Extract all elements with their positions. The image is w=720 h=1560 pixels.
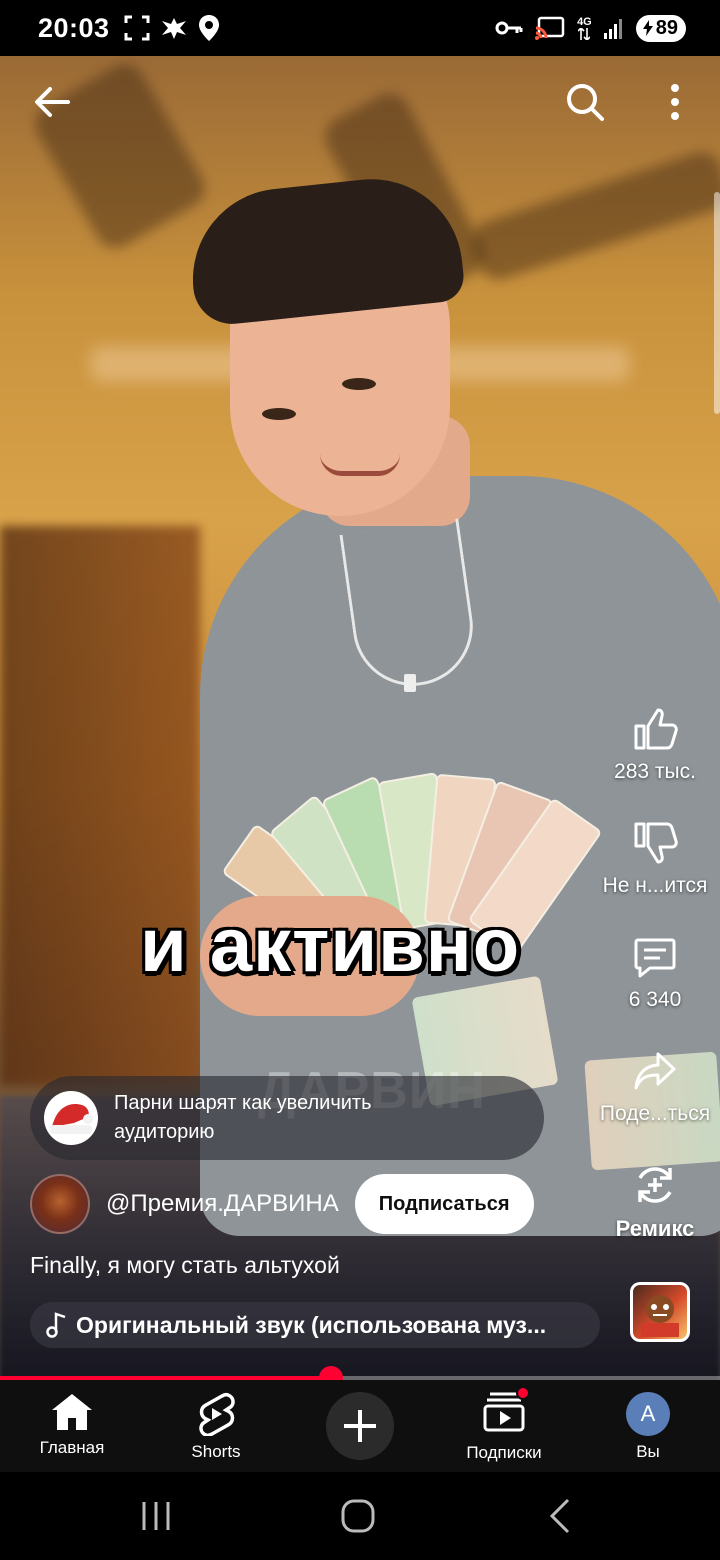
network-label: 4G [577,15,592,28]
status-bar: 20:03 4G 89 [0,0,720,56]
santa-hat-icon [50,1103,93,1134]
shorts-icon [199,1392,235,1436]
video-description[interactable]: Finally, я могу стать альтухой [30,1252,340,1279]
channel-avatar[interactable] [30,1174,90,1234]
search-button[interactable] [563,80,607,124]
battery-icon: 89 [635,14,686,42]
person-smile [320,454,400,476]
system-navigation [0,1472,720,1560]
data-arrows-icon [578,27,591,40]
home-circle-icon [341,1499,375,1533]
create-button[interactable] [326,1392,394,1460]
video-caption: и активно [140,903,521,988]
location-pin-icon [198,15,219,41]
nav-shorts[interactable]: Shorts [144,1392,288,1462]
like-button[interactable]: 283 тыс. [590,706,720,784]
sound-label: Оригинальный звук (использована муз... [76,1311,547,1338]
remix-label: Ремикс [615,1216,695,1241]
recent-apps-icon [142,1502,170,1530]
music-note-icon [46,1312,66,1338]
vpn-key-icon [495,21,523,35]
thumb-up-icon [634,708,678,750]
channel-row: @Премия.ДАРВИНА Подписаться [30,1174,590,1234]
scroll-indicator[interactable] [714,192,720,414]
person-eye [262,408,296,420]
screenshot-frame-icon [124,15,150,41]
recent-apps-button[interactable] [136,1496,176,1536]
nav-home-label: Главная [39,1438,105,1457]
back-arrow-icon [35,87,70,117]
share-label: Поде...ться [599,1102,711,1125]
nav-you-label: Вы [636,1442,660,1461]
more-options-button[interactable] [660,80,690,124]
charging-bolt-icon [642,20,653,36]
avatar: A [626,1392,670,1436]
bottom-navigation: Главная Shorts Подписки A Вы [0,1380,720,1472]
battery-level: 89 [655,16,678,39]
suggestion-text: Парни шарят как увеличить аудиторию [114,1092,372,1143]
nav-subscriptions[interactable]: Подписки [432,1386,576,1463]
nav-shorts-label: Shorts [191,1442,241,1461]
remix-icon [638,1167,672,1203]
related-suggestion[interactable]: Парни шарят как увеличить аудиторию [30,1076,544,1160]
share-icon [634,1052,676,1090]
cast-icon [535,16,565,40]
channel-name[interactable]: @Премия.ДАРВИНА [106,1190,339,1218]
person-eye [342,378,376,390]
search-icon [567,84,604,121]
back-button[interactable] [30,80,74,124]
back-system-button[interactable] [540,1496,580,1536]
notification-dot [516,1386,530,1400]
ceiling-beam [467,147,720,285]
sound-thumbnail[interactable] [630,1282,690,1342]
nav-you[interactable]: A Вы [576,1392,720,1462]
home-icon [52,1394,92,1430]
top-controls [0,56,720,148]
comment-count: 6 340 [628,988,682,1011]
like-count: 283 тыс. [614,760,696,783]
status-time: 20:03 [38,12,110,43]
nav-subscriptions-label: Подписки [466,1443,542,1462]
suggestion-avatar [44,1091,98,1145]
necklace-pendant [404,674,416,692]
home-system-button[interactable] [338,1496,378,1536]
more-vert-icon [671,84,679,120]
back-chevron-icon [549,1498,570,1534]
remix-button[interactable]: Ремикс [590,1162,720,1242]
share-button[interactable]: Поде...ться [590,1048,720,1126]
nav-home[interactable]: Главная [0,1392,144,1458]
dislike-label: Не н...ится [602,874,708,897]
comments-button[interactable]: 6 340 [590,934,720,1012]
thumb-down-icon [634,822,678,864]
dislike-button[interactable]: Не н...ится [590,820,720,898]
sound-button[interactable]: Оригинальный звук (использована муз... [30,1302,600,1348]
plus-icon [344,1410,376,1442]
background-door [0,526,200,1086]
subscribe-button[interactable]: Подписаться [354,1174,534,1234]
channel-mascot-icon [641,1295,679,1337]
comment-icon [634,938,676,978]
signal-icon [603,19,622,39]
emblem-icon [161,18,186,39]
